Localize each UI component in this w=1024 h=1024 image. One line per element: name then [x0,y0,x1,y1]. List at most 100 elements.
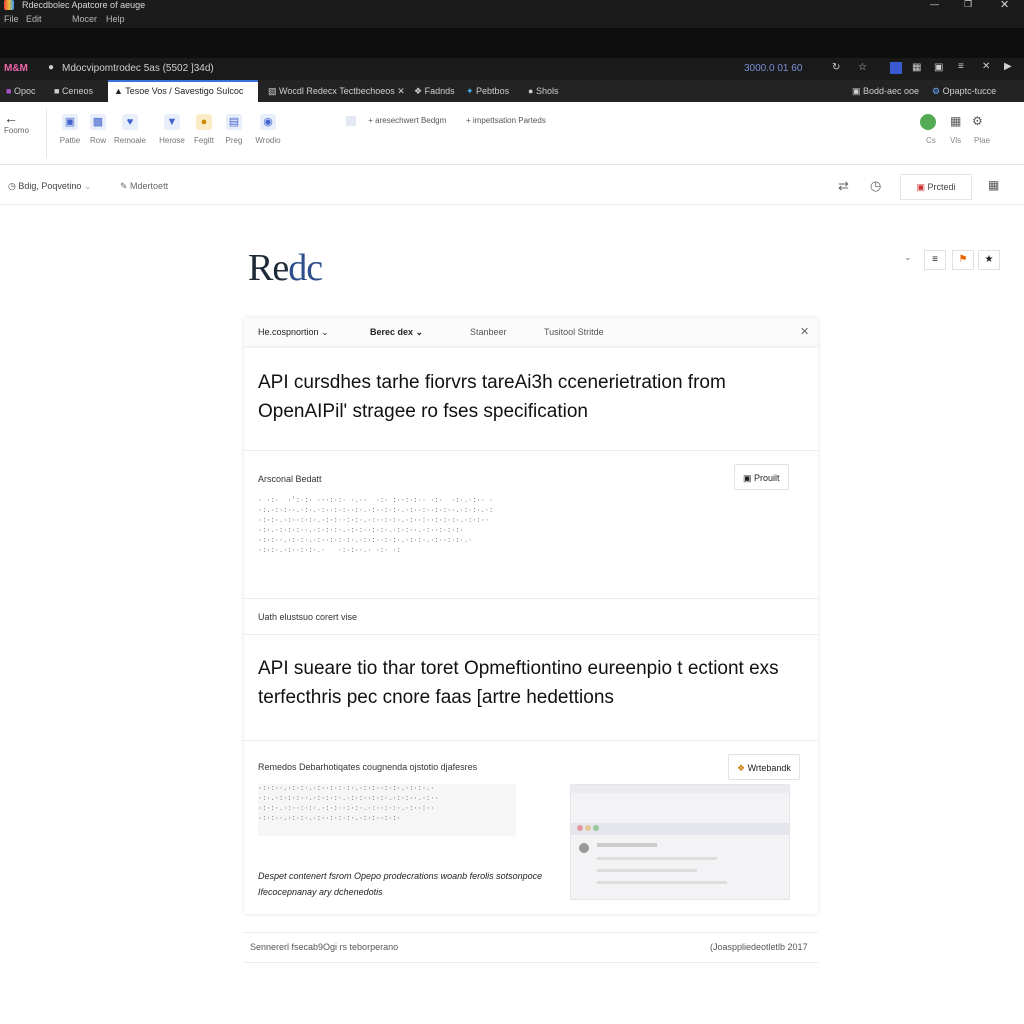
chevron-down-icon: ⌄ [415,327,424,337]
pencil-icon: ✎ [120,181,131,191]
panel-tab-description[interactable]: He.cospnortion ⌄ [258,327,329,338]
doc-icon [346,116,356,126]
ribbon-right-label-2: Vls [950,136,962,145]
grid-icon-2[interactable]: ▦ [912,62,921,73]
site-label: M&M [4,63,28,74]
menu-file[interactable]: File [4,14,19,24]
row-button[interactable]: ▩ Row [80,114,116,145]
tab-opaptc[interactable]: ⚙ Opaptc-tucce [926,80,1002,102]
remove-button[interactable]: ♥ Remoaie [112,114,148,145]
preview-avatar [579,843,589,853]
settings-icon[interactable]: ⚙ [972,114,983,128]
minimize-icon[interactable]: — [930,0,939,9]
tab-active-redoc[interactable]: ▲ Tesoe Vos / Savestigo Sulcoc [108,80,258,102]
section1-button[interactable]: ▣ Prouilt [734,464,789,490]
window-title: Rdecdbolec Apatcore of aeuge [22,0,146,10]
menu-view[interactable]: Mocer [72,14,97,24]
tab-bodd[interactable]: ▣ Bodd-aec ooe [846,80,925,102]
remove-icon: ♥ [122,114,138,130]
tab-opoc[interactable]: ■ Opoc [0,80,41,102]
lock-icon: ● [48,62,55,73]
expand-icon[interactable]: ⇄ [838,178,849,194]
tab-redecx[interactable]: ▧ Wocdl Redecx Tectbechoeos ✕ [262,80,405,102]
section2-heading: API sueare tio thar toret Opmeftiontino … [258,658,779,708]
maximize-icon[interactable]: ❐ [964,0,972,10]
panel-tab-index[interactable]: Berec dex ⌄ [370,327,423,338]
divider [244,598,818,599]
address-counter: 3000.0 01 60 [744,63,803,74]
share-icon[interactable]: ▣ [934,62,943,73]
close-address-icon[interactable]: ✕ [982,61,990,72]
plus-icon: + [368,116,373,126]
preview-line [597,881,727,884]
badge-icon: ❖ [737,763,748,773]
section2-label: Uath elustsuo corert vise [258,612,358,622]
panel-tab-tutorial[interactable]: Tusitool Stritde [544,327,604,337]
refresh-icon[interactable]: ↻ [832,62,840,73]
back-button[interactable]: ← Foomo [4,110,40,135]
ribbon-right-label-1: Cs [926,136,936,145]
ribbon-right-label-3: Plae [974,136,991,145]
close-icon[interactable]: ✕ [1000,0,1009,11]
url-field[interactable]: Mdocvipomtrodec 5as (5502 ]34d) [62,63,214,74]
tab-pebtbos[interactable]: ✦ Pebtbos [460,80,515,102]
rename-button[interactable]: ▼ Herose [154,114,190,145]
plus-icon: + [466,116,473,125]
section3-italic-text: Despet contenert fsrom Opepo prodecratio… [258,871,543,897]
panel-tab-bar: He.cospnortion ⌄ Berec dex ⌄ Stanbeer Tu… [244,318,818,349]
tab-close-icon[interactable]: ✕ [395,86,405,96]
app-icon [4,0,14,10]
address-bar: M&M ● Mdocvipomtrodec 5as (5502 ]34d) 30… [0,58,1024,80]
list-icon[interactable]: ≡ [924,250,946,270]
bookmark-icon[interactable]: ⚑ [952,250,974,270]
tab-icon: ▲ [114,86,126,96]
preg-button[interactable]: ▤ Preg [216,114,252,145]
divider [244,450,818,451]
star-icon[interactable]: ☆ [858,62,867,73]
window-button[interactable]: ◉ Wrodio [250,114,286,145]
print-icon: ▣ [916,182,928,192]
ribbon-center-item-2[interactable]: + impettsation Parteds [466,116,546,125]
next-icon[interactable]: ▶ [1004,61,1012,72]
grid-view-icon[interactable]: ▦ [988,178,999,192]
chevron-down-icon: ⌄ [83,181,92,191]
tab-ceneos[interactable]: ■ Ceneos [48,80,99,102]
layout-icon[interactable]: ▦ [950,114,961,128]
status-green-icon[interactable] [920,114,936,130]
history-icon[interactable]: ◷ [870,178,881,194]
window-icon: ◉ [260,114,276,130]
print-button[interactable]: ▣ Prctedi [900,174,972,200]
menu-bar: File Edit Mocer Help [0,12,1024,28]
ribbon-center-item-1[interactable]: + aresechwert Bedgm [346,116,446,126]
extension-icon[interactable] [890,62,902,74]
down-arrow-icon: ▼ [164,114,180,130]
menu-help[interactable]: Help [106,14,125,24]
back-arrow-icon: ← [4,110,18,126]
preview-line [597,869,697,872]
preg-icon: ▤ [226,114,242,130]
divider [244,740,818,741]
preview-toolbar [571,823,789,835]
section3-button[interactable]: ❖ Wrtebandk [728,754,800,780]
divider [46,108,47,158]
view-dropdown[interactable]: ◷ Bdig, Poqvetino ⌄ [8,181,91,192]
panel-close-icon[interactable]: ✕ [800,325,809,338]
tab-icon: ■ [6,86,14,96]
panel-tab-standard[interactable]: Stanbeer [470,327,507,337]
tab-icon: ❖ [414,86,425,96]
row-icon: ▩ [90,114,106,130]
code-sample-block-2: ·:·:··.·:·:·.·:··:·:·:·.·:·:··:·:·.·:·:·… [258,784,516,836]
favorite-star-icon[interactable]: ★ [978,250,1000,270]
menu-edit[interactable]: Edit [26,14,42,24]
edit-link[interactable]: ✎ Mdertoett [120,181,168,192]
menu-icon[interactable]: ≡ [958,61,964,72]
tab-fadnds[interactable]: ❖ Fadnds [408,80,461,102]
format-icon: ● [196,114,212,130]
redoc-logo: Redc [248,247,323,289]
footer-divider-bottom [244,962,818,963]
chevron-down-icon[interactable]: ⌄ [904,252,912,263]
bird-icon: ✦ [466,86,477,96]
embedded-screenshot-preview [570,784,790,900]
footer-right-text: (Joasppliedeotletlb 2017 [710,942,808,952]
tab-shols[interactable]: ● Shols [522,80,564,102]
